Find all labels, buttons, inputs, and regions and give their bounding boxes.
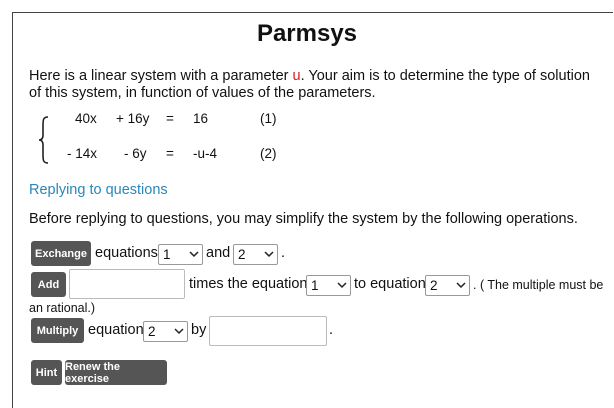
exchange-button[interactable]: Exchange bbox=[31, 241, 91, 266]
add-text-to-equation: to equation bbox=[354, 276, 426, 292]
select-value: 2 bbox=[430, 278, 438, 293]
exchange-text-and: and bbox=[206, 245, 231, 261]
add-source-equation-select[interactable]: 1 bbox=[306, 275, 351, 296]
intro-text: Here is a linear system with a parameter… bbox=[29, 68, 605, 102]
add-note-line-1: . ( The multiple must be bbox=[473, 278, 604, 292]
replying-to-questions-link[interactable]: Replying to questions bbox=[29, 182, 168, 198]
exchange-equation-select-2[interactable]: 2 bbox=[233, 244, 278, 265]
eq2-equals: = bbox=[166, 146, 174, 161]
add-multiple-input[interactable] bbox=[69, 269, 185, 299]
select-value: 1 bbox=[163, 247, 171, 262]
eq1-term-x: 40x bbox=[75, 111, 97, 126]
chevron-down-icon bbox=[456, 282, 466, 289]
eq1-number: (1) bbox=[260, 111, 277, 126]
eq1-equals: = bbox=[166, 111, 174, 126]
eq2-term-x: - 14x bbox=[67, 146, 98, 161]
chevron-down-icon bbox=[174, 328, 184, 335]
multiply-factor-input[interactable] bbox=[209, 316, 327, 346]
eq1-term-y: + 16y bbox=[116, 111, 150, 126]
add-note-line-2: an rational.) bbox=[29, 301, 96, 315]
multiply-button[interactable]: Multiply bbox=[31, 318, 84, 343]
chevron-down-icon bbox=[189, 251, 199, 258]
chevron-down-icon bbox=[337, 282, 347, 289]
select-value: 2 bbox=[238, 247, 246, 262]
multiply-equation-select[interactable]: 2 bbox=[143, 321, 188, 342]
exchange-text-equations: equations bbox=[95, 245, 158, 261]
renew-exercise-button[interactable]: Renew the exercise bbox=[65, 360, 167, 385]
add-text-times: times the equation bbox=[189, 276, 308, 292]
add-button[interactable]: Add bbox=[31, 272, 66, 297]
exchange-equation-select-1[interactable]: 1 bbox=[158, 244, 203, 265]
add-target-equation-select[interactable]: 2 bbox=[425, 275, 470, 296]
eq1-rhs: 16 bbox=[193, 111, 209, 126]
eq2-number: (2) bbox=[260, 146, 277, 161]
multiply-text-by: by bbox=[191, 322, 207, 338]
parameter-name: u bbox=[292, 68, 301, 84]
hint-button[interactable]: Hint bbox=[31, 360, 62, 385]
exchange-end: . bbox=[281, 245, 286, 261]
multiply-text-equation: equation bbox=[88, 322, 144, 338]
intro-before: Here is a linear system with a parameter bbox=[29, 68, 293, 84]
select-value: 2 bbox=[148, 324, 156, 339]
chevron-down-icon bbox=[264, 251, 274, 258]
page-title: Parmsys bbox=[256, 20, 358, 47]
system-brace bbox=[38, 116, 49, 164]
select-value: 1 bbox=[311, 278, 319, 293]
eq2-term-y: - 6y bbox=[124, 146, 147, 161]
multiply-end: . bbox=[329, 322, 334, 338]
eq2-rhs: -u-4 bbox=[193, 146, 218, 161]
instructions-text: Before replying to questions, you may si… bbox=[29, 211, 578, 227]
